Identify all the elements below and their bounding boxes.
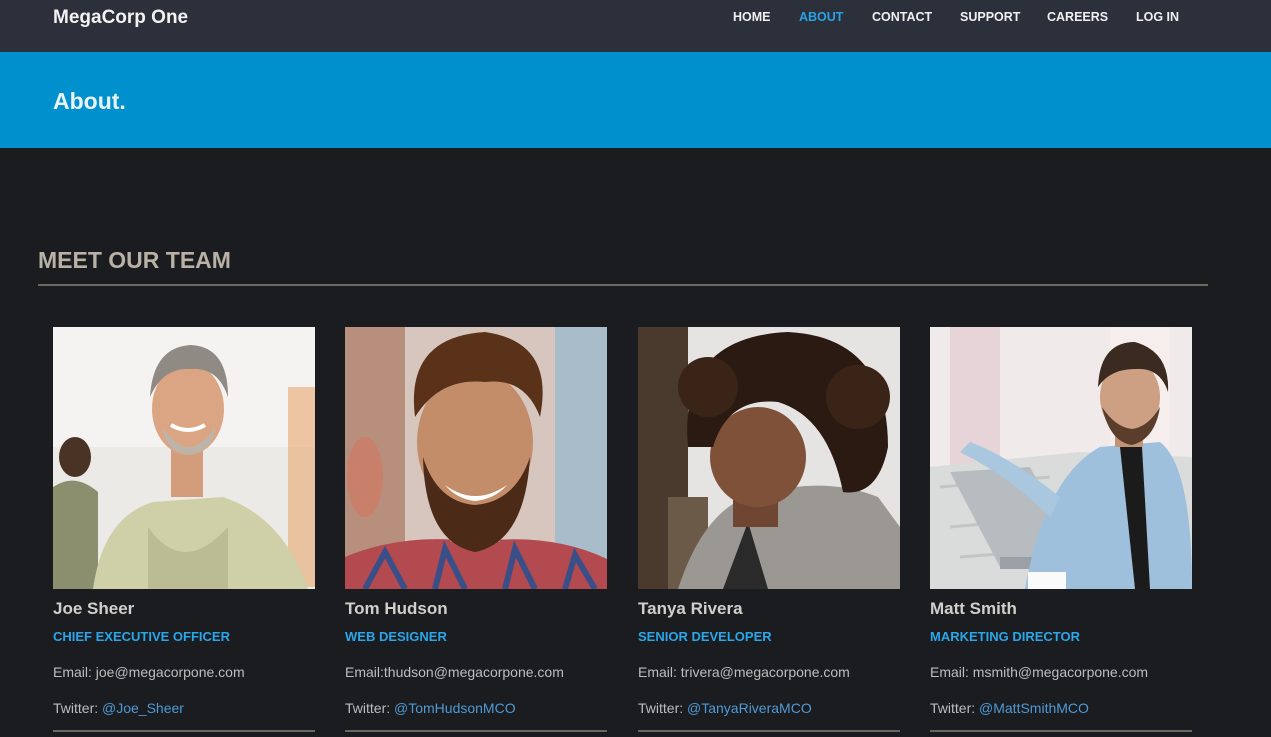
page-title: About. — [53, 88, 126, 114]
nav-contact-link[interactable]: CONTACT — [872, 10, 932, 24]
twitter-label: Twitter: — [930, 700, 980, 716]
card-divider — [345, 730, 607, 732]
team-member-email: Email: joe@megacorpone.com — [53, 664, 245, 680]
team-member-name: Joe Sheer — [53, 599, 135, 618]
twitter-handle-link[interactable]: @TomHudsonMCO — [394, 700, 516, 716]
team-member-email: Email: msmith@megacorpone.com — [930, 664, 1149, 680]
team-member-photo — [930, 327, 1192, 589]
team-member-photo — [345, 327, 607, 589]
twitter-label: Twitter: — [53, 700, 103, 716]
team-member-role: WEB DESIGNER — [345, 629, 447, 644]
team-member-role: MARKETING DIRECTOR — [930, 629, 1080, 644]
card-divider — [930, 730, 1192, 732]
team-member-email: Email: trivera@megacorpone.com — [638, 664, 850, 680]
section-title: MEET OUR TEAM — [38, 247, 231, 273]
team-member-twitter: Twitter: @TomHudsonMCO — [345, 700, 516, 716]
team-member-twitter: Twitter: @TanyaRiveraMCO — [638, 700, 812, 716]
team-member-card: Tom Hudson WEB DESIGNER Email:thudson@me… — [345, 327, 607, 732]
twitter-handle-link[interactable]: @Joe_Sheer — [102, 700, 184, 716]
brand-logo-link[interactable]: MegaCorp One — [53, 7, 188, 29]
nav-careers-link[interactable]: CAREERS — [1047, 10, 1108, 24]
section-divider — [38, 284, 1208, 286]
twitter-label: Twitter: — [638, 700, 688, 716]
team-member-card: Tanya Rivera SENIOR DEVELOPER Email: tri… — [638, 327, 900, 732]
nav-about-link[interactable]: ABOUT — [799, 10, 843, 24]
card-divider — [638, 730, 900, 732]
team-member-photo — [53, 327, 315, 589]
team-member-name: Tom Hudson — [345, 599, 448, 618]
team-member-twitter: Twitter: @Joe_Sheer — [53, 700, 184, 716]
card-divider — [53, 730, 315, 732]
nav-login-link[interactable]: LOG IN — [1136, 10, 1179, 24]
team-member-name: Tanya Rivera — [638, 599, 743, 618]
nav-support-link[interactable]: SUPPORT — [960, 10, 1020, 24]
team-member-name: Matt Smith — [930, 599, 1017, 618]
nav-home-link[interactable]: HOME — [733, 10, 771, 24]
team-member-email: Email:thudson@megacorpone.com — [345, 664, 564, 680]
team-member-card: Matt Smith MARKETING DIRECTOR Email: msm… — [930, 327, 1192, 732]
twitter-handle-link[interactable]: @TanyaRiveraMCO — [687, 700, 812, 716]
team-member-photo — [638, 327, 900, 589]
page-banner: About. — [0, 52, 1271, 148]
team-member-twitter: Twitter: @MattSmithMCO — [930, 700, 1089, 716]
team-member-role: CHIEF EXECUTIVE OFFICER — [53, 629, 230, 644]
team-member-role: SENIOR DEVELOPER — [638, 629, 772, 644]
twitter-handle-link[interactable]: @MattSmithMCO — [979, 700, 1089, 716]
team-member-card: Joe Sheer CHIEF EXECUTIVE OFFICER Email:… — [53, 327, 315, 732]
top-navbar: MegaCorp One HOME ABOUT CONTACT SUPPORT … — [0, 0, 1271, 52]
twitter-label: Twitter: — [345, 700, 395, 716]
